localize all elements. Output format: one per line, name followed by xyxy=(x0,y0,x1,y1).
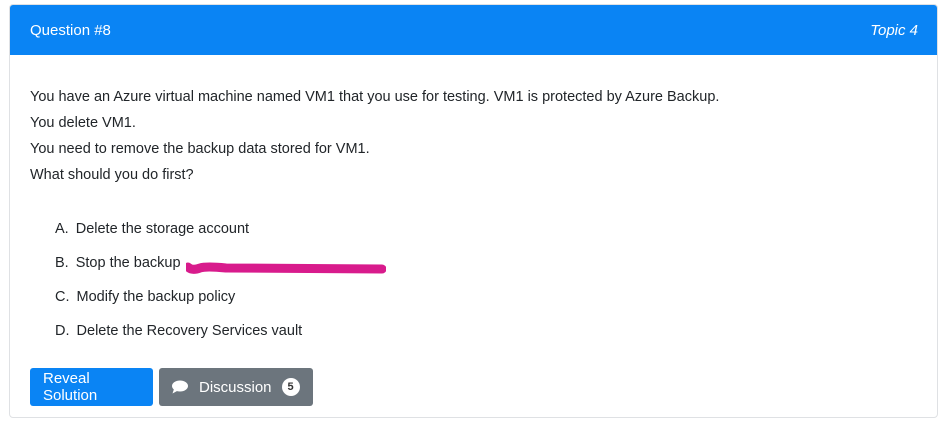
choice-text: Delete the storage account xyxy=(75,221,250,237)
question-line: You have an Azure virtual machine named … xyxy=(30,89,720,105)
choice-text: Stop the backup xyxy=(75,255,181,271)
choice-a[interactable]: A. Delete the storage account xyxy=(55,212,917,246)
question-line: You need to remove the backup data store… xyxy=(30,141,370,157)
choice-b[interactable]: B. Stop the backup xyxy=(55,246,917,280)
highlight-pen-mark xyxy=(186,262,386,274)
action-buttons: Reveal Solution Discussion 5 xyxy=(30,368,917,406)
discussion-count-badge: 5 xyxy=(281,378,300,396)
choice-letter: C. xyxy=(55,289,70,305)
question-line: You delete VM1. xyxy=(30,115,136,131)
choice-letter: B. xyxy=(55,255,69,271)
choice-letter: A. xyxy=(55,221,69,237)
chat-bubble-icon xyxy=(171,380,189,394)
reveal-solution-button[interactable]: Reveal Solution xyxy=(30,368,153,406)
choice-c[interactable]: C. Modify the backup policy xyxy=(55,280,917,314)
topic-label: Topic 4 xyxy=(870,21,918,39)
choice-text: Modify the backup policy xyxy=(76,289,236,305)
discussion-label: Discussion xyxy=(199,378,272,396)
question-card: Question #8 Topic 4 You have an Azure vi… xyxy=(9,4,938,418)
reveal-solution-label: Reveal Solution xyxy=(43,370,98,404)
question-text: You have an Azure virtual machine named … xyxy=(30,84,917,188)
card-header: Question #8 Topic 4 xyxy=(10,5,937,55)
choice-d[interactable]: D. Delete the Recovery Services vault xyxy=(55,314,917,348)
choice-letter: D. xyxy=(55,323,70,339)
discussion-button[interactable]: Discussion 5 xyxy=(159,368,313,406)
card-body: You have an Azure virtual machine named … xyxy=(10,55,937,406)
choices-list: A. Delete the storage account B. Stop th… xyxy=(30,212,917,348)
question-number: Question #8 xyxy=(30,21,111,39)
choice-text: Delete the Recovery Services vault xyxy=(76,323,303,339)
question-line: What should you do first? xyxy=(30,167,194,183)
